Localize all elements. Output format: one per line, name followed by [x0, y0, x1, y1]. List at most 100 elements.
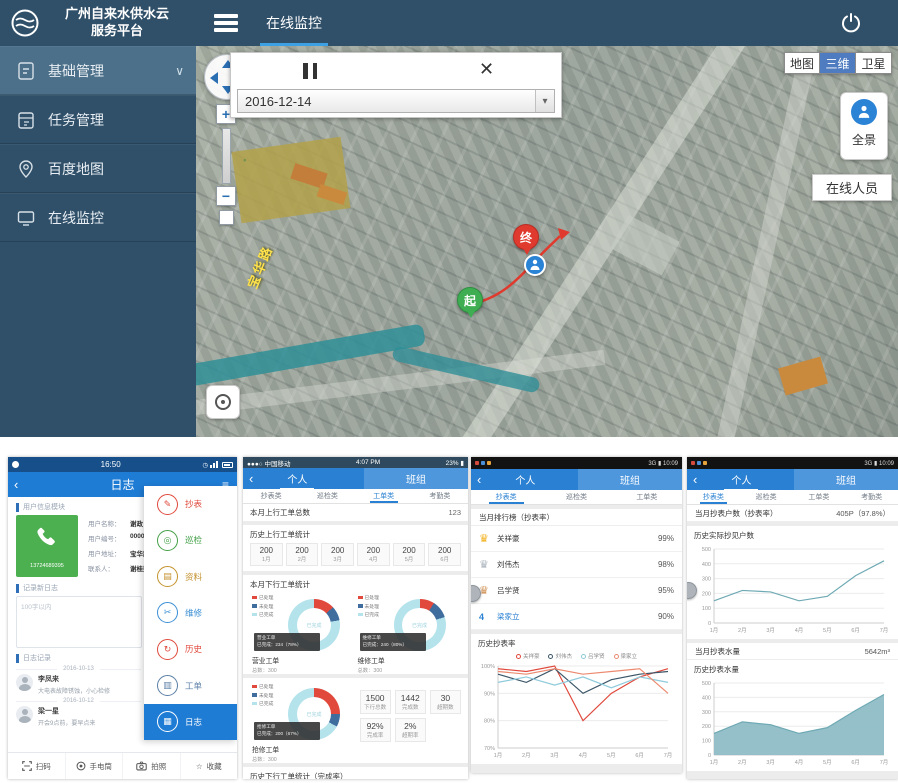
camera-button[interactable]: 拍照	[122, 753, 180, 779]
playback-panel: ✕ 2016-12-14 ▾	[230, 52, 562, 118]
panorama-control[interactable]: 全景	[840, 92, 888, 160]
maptype-3d-button[interactable]: 三维	[820, 52, 856, 74]
menu-label: 维修	[185, 607, 202, 619]
scan-icon	[22, 761, 32, 771]
hamburger-menu-icon[interactable]	[214, 14, 238, 32]
rank-number: 4	[479, 612, 495, 622]
menu-item-history[interactable]: ↻ 历史	[144, 631, 237, 667]
tab-inspection[interactable]: 巡检类	[541, 490, 611, 504]
sidebar-item-online-monitor[interactable]: 在线监控	[0, 193, 196, 242]
tab-inspection[interactable]: 巡检类	[299, 489, 355, 503]
workorder-icon: ▥	[157, 675, 178, 696]
stat-box: 92%完成率	[360, 718, 391, 742]
sidebar-item-basic-mgmt[interactable]: 基础管理 ∨	[0, 46, 196, 95]
sidebar-item-task-mgmt[interactable]: 任务管理	[0, 95, 196, 144]
date-select[interactable]: 2016-12-14 ▾	[237, 89, 555, 113]
log-icon: ▦	[157, 711, 178, 732]
crown-icon: ♛	[479, 584, 495, 597]
status-time: 4:07 PM	[356, 459, 380, 466]
camera-icon	[136, 761, 147, 771]
svg-text:200: 200	[702, 591, 711, 597]
streetview-icon	[851, 99, 877, 125]
tab-meter-reading[interactable]: 抄表类	[243, 489, 299, 503]
zoom-extra-button[interactable]	[219, 210, 234, 225]
svg-text:7月: 7月	[664, 752, 673, 759]
tab-online-monitor[interactable]: 在线监控	[260, 0, 328, 46]
call-button[interactable]: 13724689395	[16, 515, 78, 577]
map-canvas[interactable]: 康王路 宝华路 起 终 + − ✕ 2016-12-14 ▾	[196, 46, 898, 437]
menu-item-repair[interactable]: ✂ 维修	[144, 595, 237, 631]
tab-team[interactable]: 班组	[794, 469, 898, 490]
svg-text:7月: 7月	[880, 759, 889, 766]
scan-button[interactable]: 扫码	[8, 753, 65, 779]
tab-team[interactable]: 班组	[578, 469, 682, 490]
new-log-textarea[interactable]	[16, 596, 142, 648]
back-button[interactable]: ‹	[243, 471, 259, 486]
tab-meter-reading[interactable]: 抄表类	[687, 490, 740, 504]
tab-attendance[interactable]: 考勤类	[845, 490, 898, 504]
svg-text:400: 400	[702, 562, 711, 568]
menu-item-meter-reading[interactable]: ✎ 抄表	[144, 486, 237, 522]
locate-icon	[215, 394, 231, 410]
ranking-row[interactable]: ♛ 刘伟杰 98%	[471, 552, 682, 578]
phone-icon	[34, 524, 60, 550]
tab-meter-reading[interactable]: 抄表类	[471, 490, 541, 504]
phone-screen-team-ranking: 3G ▮ 10:09 ‹ 个人 班组 抄表类 巡检类 工单类 当月排行榜（抄表率…	[471, 457, 682, 773]
svg-text:4月: 4月	[795, 759, 804, 766]
pause-button[interactable]	[303, 63, 317, 79]
tab-workorder[interactable]: 工单类	[356, 489, 412, 503]
app-title-line1: 广州自来水供水云	[48, 6, 186, 23]
history-households-card: 历史实际抄见户数 50040030020010001月2月3月4月5月6月7月	[687, 526, 898, 639]
zoom-slider[interactable]	[222, 128, 231, 184]
notification-icons	[475, 461, 491, 465]
zoom-out-button[interactable]: −	[216, 186, 236, 206]
tab-personal[interactable]: 个人	[515, 472, 535, 487]
svg-text:4月: 4月	[795, 627, 804, 634]
svg-text:3月: 3月	[766, 759, 775, 766]
close-icon[interactable]: ✕	[479, 59, 494, 80]
locate-button[interactable]	[206, 385, 240, 419]
card-title: 历史实际抄见户数	[694, 530, 891, 541]
crown-icon: ♛	[479, 558, 495, 571]
online-personnel-button[interactable]: 在线人员	[812, 174, 892, 201]
tab-workorder[interactable]: 工单类	[793, 490, 846, 504]
chevron-down-icon: ∨	[175, 64, 184, 78]
menu-item-inspection[interactable]: ◎ 巡检	[144, 522, 237, 558]
phone-screen-meter-stats: 3G ▮ 10:09 ‹ 个人 班组 抄表类 巡检类 工单类 考勤类 当月抄表户…	[687, 457, 898, 779]
rank-name: 关祥豪	[497, 533, 520, 544]
ranking-row[interactable]: 4 梁家立 90%	[471, 604, 682, 630]
nav-bar: ‹ 个人 班组	[243, 468, 468, 489]
menu-item-profile[interactable]: ▤ 资料	[144, 559, 237, 595]
menu-item-log[interactable]: ▦ 日志	[144, 704, 237, 740]
ranking-row[interactable]: ♛ 关祥豪 99%	[471, 526, 682, 552]
svg-text:300: 300	[702, 577, 711, 583]
tab-personal[interactable]: 个人	[287, 471, 307, 486]
chart-tooltip: 维修工单已完成：240（80%）	[360, 633, 426, 651]
status-bar: 16:50 ◷	[8, 457, 237, 472]
plus-icon: +	[222, 106, 230, 122]
rank-name: 刘伟杰	[497, 559, 520, 570]
menu-label: 巡检	[185, 534, 202, 546]
toolbar-label: 手电筒	[90, 761, 113, 772]
back-button[interactable]: ‹	[471, 472, 487, 487]
route-end-marker[interactable]: 终	[513, 224, 539, 250]
status-time: 16:50	[101, 460, 121, 469]
power-button[interactable]	[840, 12, 862, 34]
flashlight-button[interactable]: 手电筒	[65, 753, 123, 779]
tab-inspection[interactable]: 巡检类	[740, 490, 793, 504]
sidebar-item-baidu-map[interactable]: 百度地图	[0, 144, 196, 193]
status-right: 3G ▮ 10:09	[648, 460, 678, 467]
menu-item-workorder[interactable]: ▥ 工单	[144, 667, 237, 703]
maptype-satellite-button[interactable]: 卫星	[856, 52, 892, 74]
quick-action-menu: ✎ 抄表 ◎ 巡检 ▤ 资料 ✂ 维修 ↻ 历史 ▥ 工单 ▦ 日志	[144, 486, 237, 740]
tab-personal[interactable]: 个人	[731, 472, 751, 487]
ranking-row[interactable]: ♛ 吕学贤 95%	[471, 578, 682, 604]
tab-workorder[interactable]: 工单类	[612, 490, 682, 504]
tab-team[interactable]: 班组	[364, 468, 468, 489]
maptype-map-button[interactable]: 地图	[784, 52, 820, 74]
back-button[interactable]: ‹	[687, 472, 703, 487]
favorite-button[interactable]: ☆ 收藏	[180, 753, 238, 779]
worker-location-marker[interactable]	[524, 254, 546, 276]
tab-attendance[interactable]: 考勤类	[412, 489, 468, 503]
route-start-marker[interactable]: 起	[457, 287, 483, 313]
